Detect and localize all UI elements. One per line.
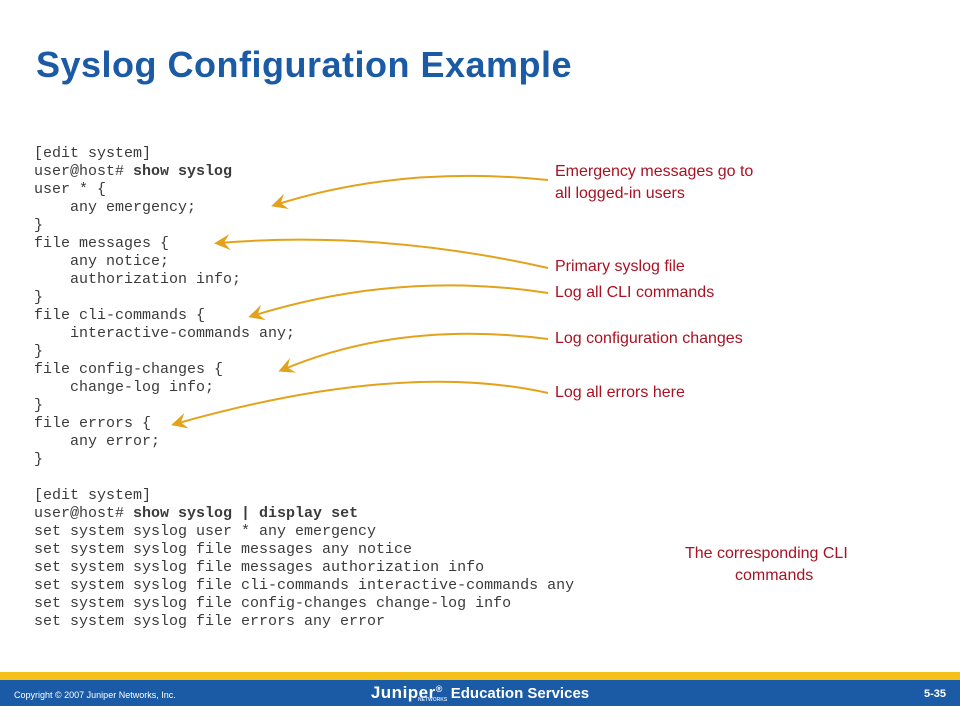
page-number: 5-35 (924, 688, 946, 700)
ann-cli: Log all CLI commands (555, 284, 714, 302)
ann-cli-cmds-l1: The corresponding CLI (685, 545, 848, 563)
footer-edu: Education Services (451, 685, 589, 702)
code-block: [edit system] user@host# show syslog use… (34, 145, 574, 631)
ann-primary: Primary syslog file (555, 258, 685, 276)
ann-cli-cmds-l2: commands (735, 567, 813, 585)
bar-bottom-pad (0, 706, 960, 720)
slide: Syslog Configuration Example [edit syste… (0, 0, 960, 720)
logo-reg: ® (436, 684, 443, 694)
footer-center: Juniper® Education Services NETWORKS (0, 683, 960, 703)
ann-config: Log configuration changes (555, 330, 743, 348)
ann-errors: Log all errors here (555, 384, 685, 402)
logo-sub: NETWORKS (418, 697, 447, 703)
bar-accent (0, 672, 960, 680)
ann-emergency-l2: all logged-in users (555, 185, 685, 203)
page-title: Syslog Configuration Example (36, 44, 572, 86)
ann-emergency-l1: Emergency messages go to (555, 163, 753, 181)
